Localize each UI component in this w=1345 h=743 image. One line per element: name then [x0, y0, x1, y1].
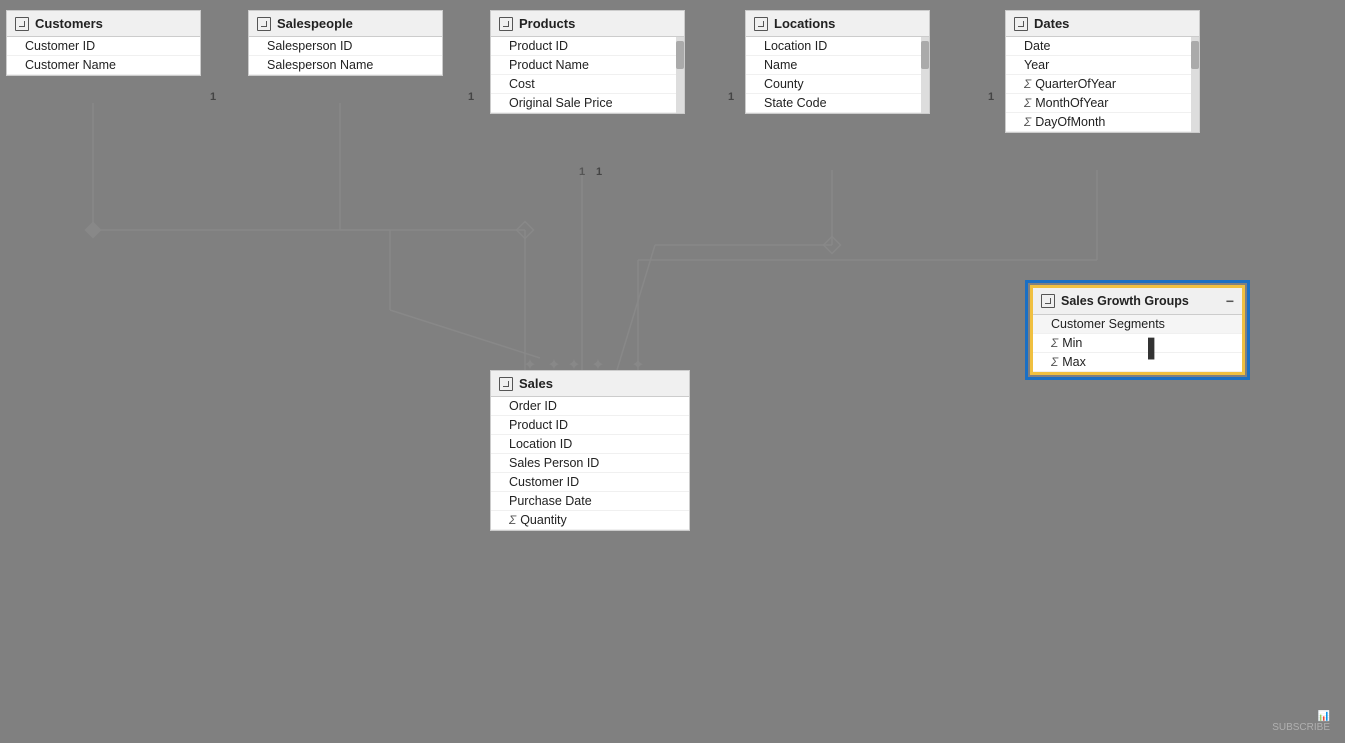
sigma-icon: Σ	[1051, 336, 1058, 350]
field-year[interactable]: Year	[1006, 56, 1199, 75]
field-product-id[interactable]: Product ID	[491, 37, 684, 56]
field-label: Customer Name	[25, 58, 116, 72]
field-customer-id[interactable]: Customer ID	[491, 473, 689, 492]
sgg-title: Sales Growth Groups	[1061, 294, 1189, 308]
table-icon	[499, 17, 513, 31]
field-label: Location ID	[764, 39, 827, 53]
field-monthofyear[interactable]: Σ MonthOfYear	[1006, 94, 1199, 113]
field-label: Year	[1024, 58, 1049, 72]
field-customer-name[interactable]: Customer Name	[7, 56, 200, 75]
dates-table-header: Dates	[1006, 11, 1199, 37]
field-label: MonthOfYear	[1035, 96, 1108, 110]
salespeople-title: Salespeople	[277, 16, 353, 31]
table-icon	[15, 17, 29, 31]
field-label: Product Name	[509, 58, 589, 72]
customers-table-header: Customers	[7, 11, 200, 37]
field-label: DayOfMonth	[1035, 115, 1105, 129]
svg-text:1: 1	[579, 166, 585, 178]
field-min[interactable]: Σ Min	[1033, 334, 1242, 353]
field-label: Product ID	[509, 418, 568, 432]
salespeople-table: Salespeople Salesperson ID Salesperson N…	[248, 10, 443, 76]
sigma-icon: Σ	[1051, 355, 1058, 369]
field-salesperson-id[interactable]: Salesperson ID	[249, 37, 442, 56]
field-location-id[interactable]: Location ID	[746, 37, 929, 56]
table-icon	[499, 377, 513, 391]
field-original-sale-price[interactable]: Original Sale Price	[491, 94, 684, 113]
dates-title: Dates	[1034, 16, 1069, 31]
field-label: Name	[764, 58, 797, 72]
sigma-icon: Σ	[1024, 96, 1031, 110]
table-icon	[1041, 294, 1055, 308]
field-label: County	[764, 77, 804, 91]
field-label: Purchase Date	[509, 494, 592, 508]
field-label: QuarterOfYear	[1035, 77, 1116, 91]
watermark: 📊 SUBSCRIBE	[1272, 711, 1330, 733]
sales-table: Sales Order ID Product ID Location ID Sa…	[490, 370, 690, 531]
field-product-id[interactable]: Product ID	[491, 416, 689, 435]
field-purchase-date[interactable]: Purchase Date	[491, 492, 689, 511]
field-label: Original Sale Price	[509, 96, 613, 110]
table-icon	[1014, 17, 1028, 31]
field-product-name[interactable]: Product Name	[491, 56, 684, 75]
svg-text:1: 1	[988, 91, 994, 103]
field-county[interactable]: County	[746, 75, 929, 94]
field-salesperson-name[interactable]: Salesperson Name	[249, 56, 442, 75]
svg-text:1: 1	[596, 166, 602, 178]
field-label: Customer ID	[509, 475, 579, 489]
field-date[interactable]: Date	[1006, 37, 1199, 56]
svg-text:1: 1	[210, 91, 216, 103]
field-label: Order ID	[509, 399, 557, 413]
products-title: Products	[519, 16, 575, 31]
field-cost[interactable]: Cost	[491, 75, 684, 94]
customers-title: Customers	[35, 16, 103, 31]
sales-title: Sales	[519, 376, 553, 391]
field-dayofmonth[interactable]: Σ DayOfMonth	[1006, 113, 1199, 132]
field-label: Salesperson ID	[267, 39, 352, 53]
products-table: Products Product ID Product Name Cost Or…	[490, 10, 685, 114]
collapse-icon[interactable]: −	[1226, 293, 1234, 309]
sgg-table-header: Sales Growth Groups −	[1033, 288, 1242, 315]
field-name[interactable]: Name	[746, 56, 929, 75]
field-label: Max	[1062, 355, 1086, 369]
sales-growth-groups-table: Sales Growth Groups − Customer Segments …	[1030, 285, 1245, 375]
table-icon	[257, 17, 271, 31]
sigma-icon: Σ	[509, 513, 516, 527]
dates-table: Dates Date Year Σ QuarterOfYear Σ MonthO…	[1005, 10, 1200, 133]
field-label: Date	[1024, 39, 1050, 53]
sigma-icon: Σ	[1024, 115, 1031, 129]
sigma-icon: Σ	[1024, 77, 1031, 91]
field-label: Product ID	[509, 39, 568, 53]
customers-table: Customers Customer ID Customer Name	[6, 10, 201, 76]
sales-table-header: Sales	[491, 371, 689, 397]
field-label: State Code	[764, 96, 827, 110]
locations-table: Locations Location ID Name County State …	[745, 10, 930, 114]
products-table-header: Products	[491, 11, 684, 37]
field-customer-id[interactable]: Customer ID	[7, 37, 200, 56]
svg-text:1: 1	[728, 91, 734, 103]
field-max[interactable]: Σ Max	[1033, 353, 1242, 372]
field-label: Customer Segments	[1051, 317, 1165, 331]
svg-text:1: 1	[468, 91, 474, 103]
field-sales-person-id[interactable]: Sales Person ID	[491, 454, 689, 473]
field-label: Sales Person ID	[509, 456, 599, 470]
field-quarterofyear[interactable]: Σ QuarterOfYear	[1006, 75, 1199, 94]
field-quantity[interactable]: Σ Quantity	[491, 511, 689, 530]
field-label: Customer ID	[25, 39, 95, 53]
field-label: Min	[1062, 336, 1082, 350]
field-label: Quantity	[520, 513, 567, 527]
field-customer-segments[interactable]: Customer Segments	[1033, 315, 1242, 334]
field-state-code[interactable]: State Code	[746, 94, 929, 113]
field-label: Location ID	[509, 437, 572, 451]
field-order-id[interactable]: Order ID	[491, 397, 689, 416]
salespeople-table-header: Salespeople	[249, 11, 442, 37]
field-label: Cost	[509, 77, 535, 91]
field-label: Salesperson Name	[267, 58, 373, 72]
table-icon	[754, 17, 768, 31]
locations-title: Locations	[774, 16, 835, 31]
locations-table-header: Locations	[746, 11, 929, 37]
field-location-id[interactable]: Location ID	[491, 435, 689, 454]
